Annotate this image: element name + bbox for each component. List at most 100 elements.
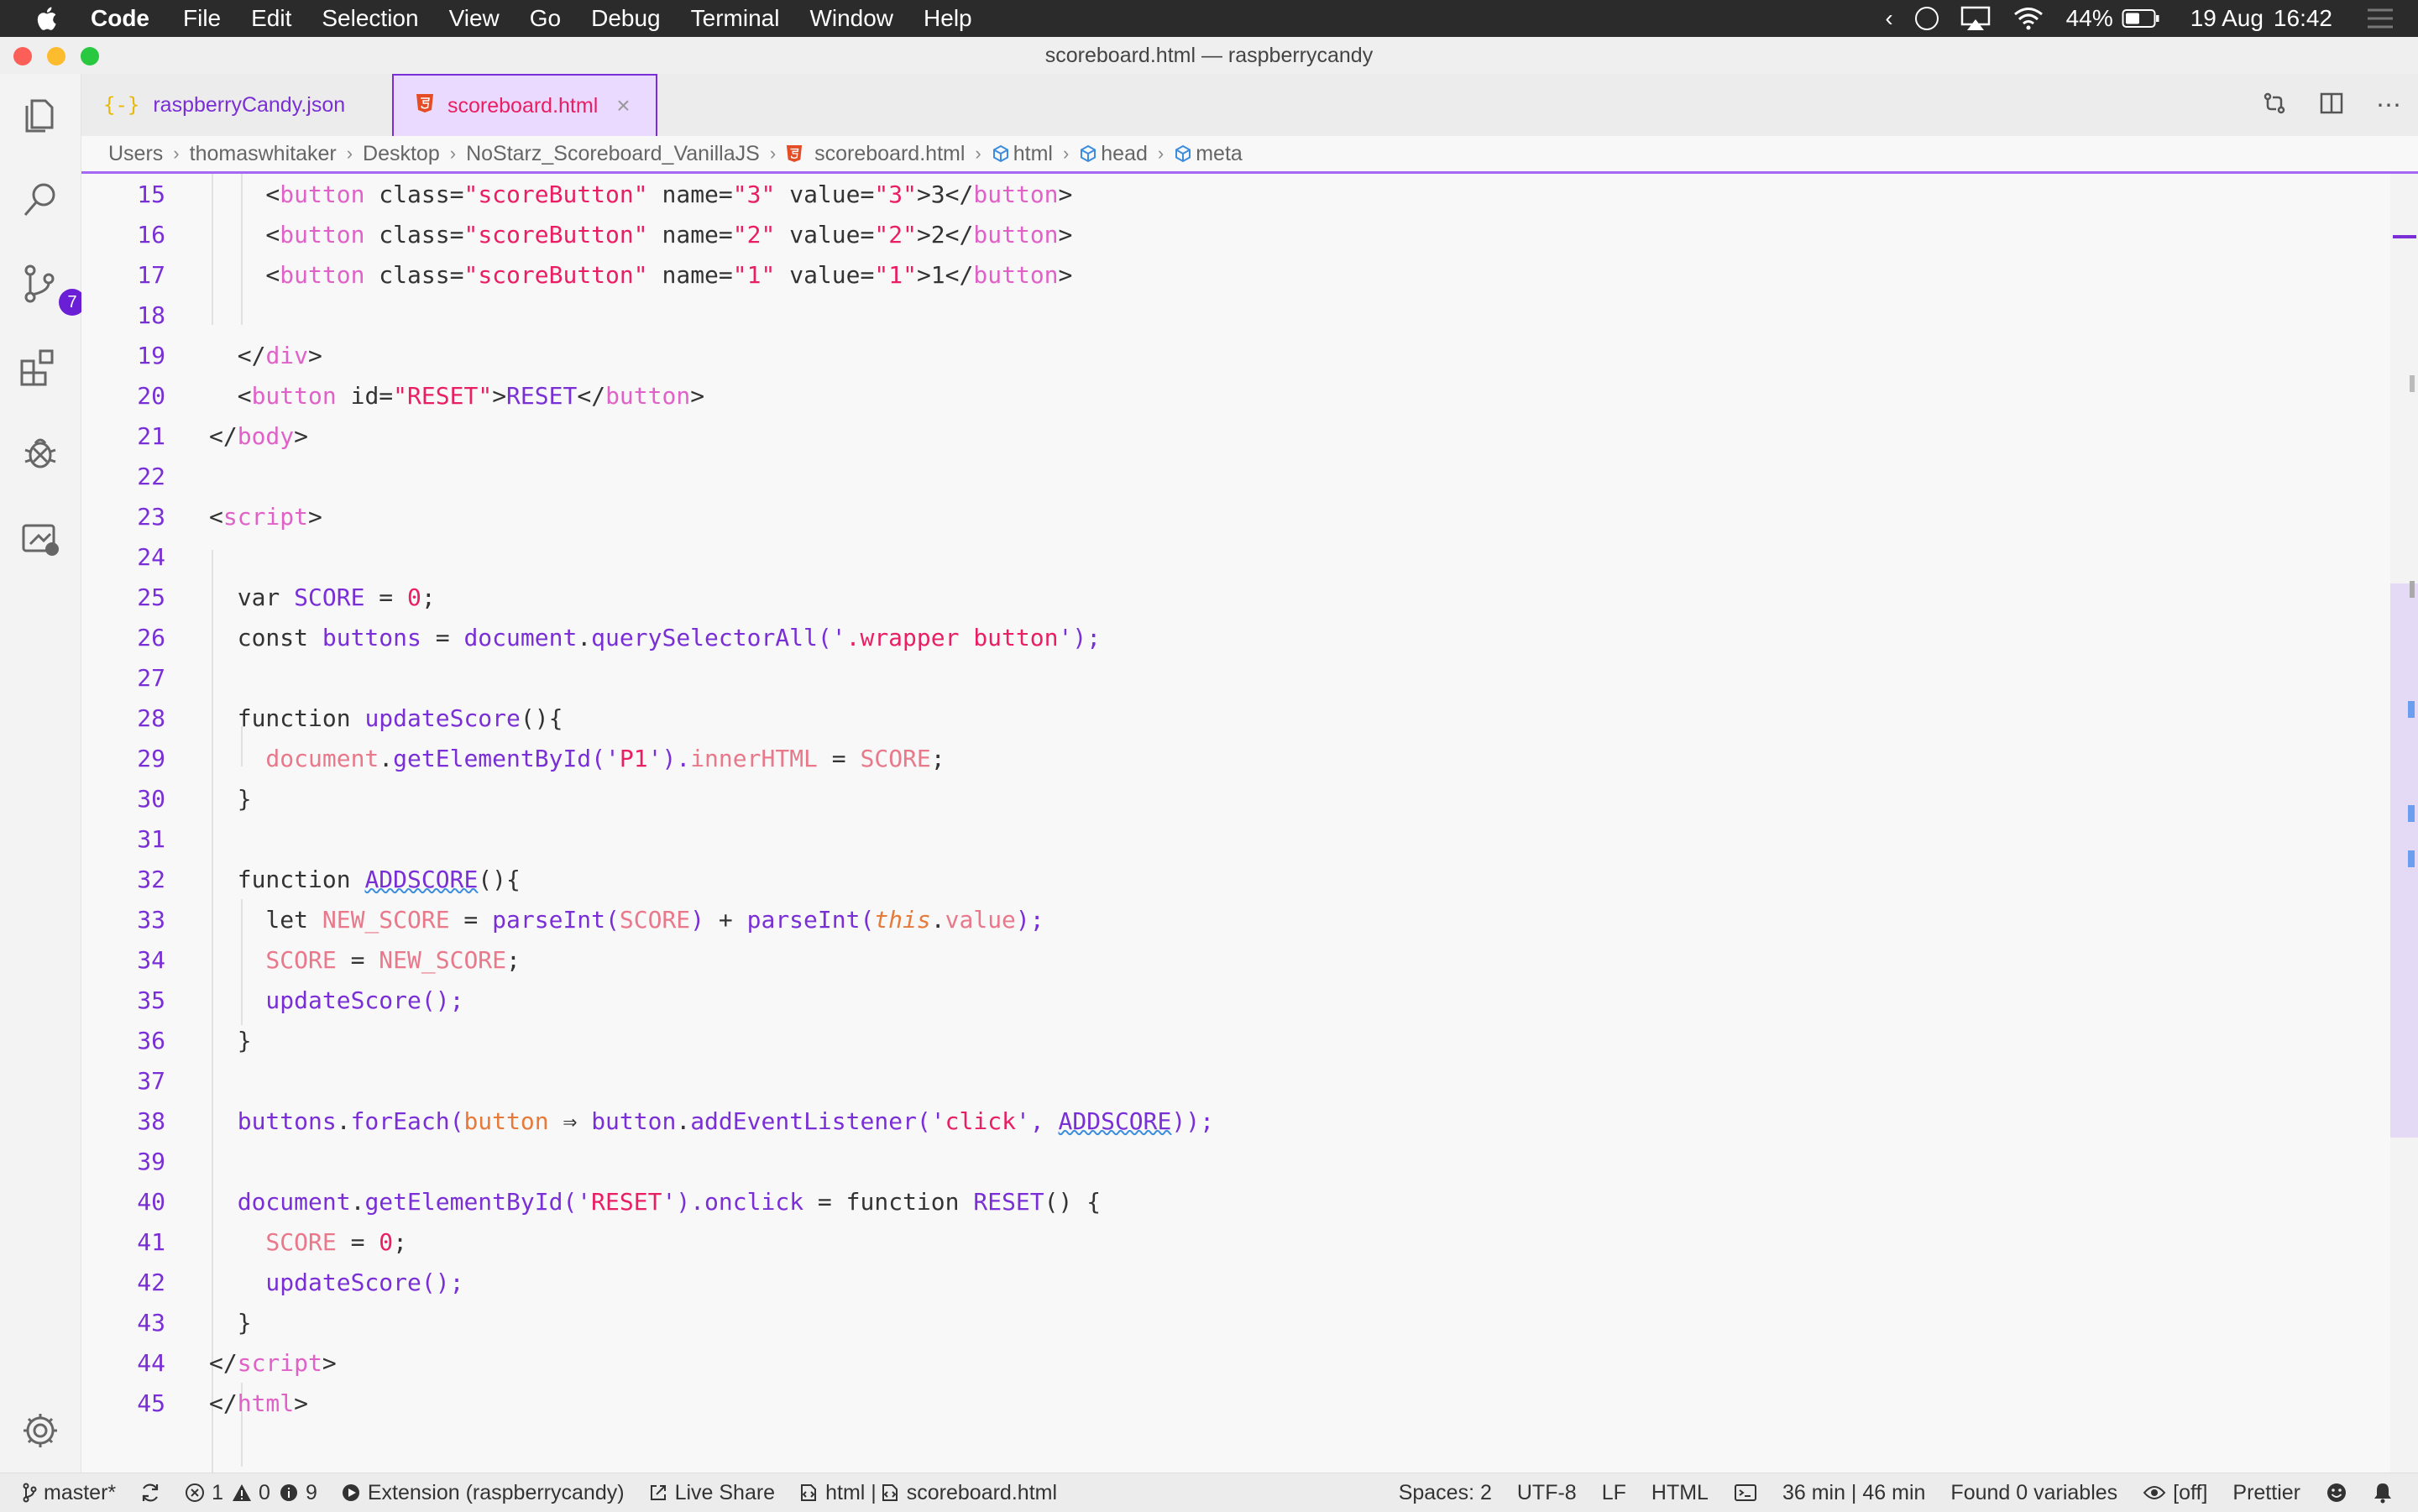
search-icon[interactable]	[18, 178, 62, 222]
code-line[interactable]: 26 const buttons = document.querySelecto…	[81, 617, 2348, 657]
breadcrumb-symbol-head[interactable]: head	[1079, 142, 1148, 166]
remote-explorer-icon[interactable]	[18, 515, 62, 559]
extension-host-status[interactable]: Extension (raspberrycandy)	[341, 1481, 625, 1505]
code-line[interactable]: 15 <button class="scoreButton" name="3" …	[81, 174, 2348, 214]
code-line[interactable]: 32 function ADDSCORE(){	[81, 859, 2348, 899]
debug-icon[interactable]	[18, 430, 62, 473]
menu-terminal[interactable]: Terminal	[691, 5, 780, 32]
menu-selection[interactable]: Selection	[322, 5, 418, 32]
chevron-left-icon[interactable]: ‹	[1885, 5, 1892, 32]
code-line[interactable]: 23 <script>	[81, 496, 2348, 536]
circle-icon[interactable]	[1914, 7, 1939, 30]
code-line[interactable]: 45 </html>	[81, 1383, 2348, 1423]
variables-status[interactable]: Found 0 variables	[1950, 1481, 2117, 1505]
code-line[interactable]: 21 </body>	[81, 416, 2348, 456]
code-line[interactable]: 44 </script>	[81, 1342, 2348, 1383]
breadcrumb-symbol-meta[interactable]: meta	[1174, 142, 1243, 166]
code-line[interactable]: 31	[81, 819, 2348, 859]
problems-indicator[interactable]: 1 0 9	[185, 1481, 317, 1505]
source-control-icon[interactable]: 7	[18, 262, 86, 316]
code-line[interactable]: 18	[81, 295, 2348, 335]
minimize-window-button[interactable]	[47, 47, 65, 65]
code-line[interactable]: 41 SCORE = 0;	[81, 1222, 2348, 1262]
menu-window[interactable]: Window	[809, 5, 893, 32]
code-line[interactable]: 33 let NEW_SCORE = parseInt(SCORE) + par…	[81, 899, 2348, 939]
encoding-setting[interactable]: UTF-8	[1517, 1481, 1577, 1505]
feedback-smiley-icon[interactable]	[2326, 1482, 2347, 1504]
view-mode-toggle[interactable]: [off]	[2143, 1481, 2207, 1505]
code-line[interactable]: 29 document.getElementById('P1').innerHT…	[81, 738, 2348, 778]
extensions-icon[interactable]	[18, 346, 62, 390]
menu-go[interactable]: Go	[530, 5, 561, 32]
indentation-setting[interactable]: Spaces: 2	[1399, 1481, 1492, 1505]
code-editor[interactable]: 15 <button class="scoreButton" name="3" …	[81, 174, 2390, 1473]
terminal-icon[interactable]	[1734, 1483, 1757, 1503]
menu-file[interactable]: File	[183, 5, 221, 32]
menu-view[interactable]: View	[449, 5, 500, 32]
language-mode[interactable]: HTML	[1651, 1481, 1709, 1505]
menu-help[interactable]: Help	[924, 5, 972, 32]
menu-app-name[interactable]: Code	[91, 5, 149, 32]
tab-raspberrycandy-json[interactable]: {-} raspberryCandy.json	[81, 74, 392, 136]
code-line[interactable]: 27	[81, 657, 2348, 698]
breadcrumb-file[interactable]: scoreboard.html	[786, 142, 965, 166]
menu-debug[interactable]: Debug	[591, 5, 661, 32]
breadcrumb-folder[interactable]: NoStarz_Scoreboard_VanillaJS	[466, 142, 760, 166]
apple-logo-icon[interactable]	[34, 4, 62, 33]
split-editor-icon[interactable]	[2319, 91, 2344, 120]
code-token: =	[817, 744, 861, 772]
code-text: function updateScore(){	[209, 704, 563, 732]
wifi-icon[interactable]	[2012, 6, 2044, 31]
live-share-button[interactable]: Live Share	[648, 1481, 775, 1505]
code-line[interactable]: 39	[81, 1141, 2348, 1181]
code-line[interactable]: 28 function updateScore(){	[81, 698, 2348, 738]
code-line[interactable]: 24	[81, 536, 2348, 577]
git-branch[interactable]: master*	[22, 1481, 116, 1505]
code-line[interactable]: 22	[81, 456, 2348, 496]
code-token: (){	[520, 704, 563, 732]
code-token: ').	[662, 1187, 705, 1216]
code-line[interactable]: 17 <button class="scoreButton" name="1" …	[81, 254, 2348, 295]
code-line[interactable]: 35 updateScore();	[81, 980, 2348, 1020]
airplay-icon[interactable]	[1960, 6, 1991, 31]
code-line[interactable]: 36 }	[81, 1020, 2348, 1060]
code-line[interactable]: 37	[81, 1060, 2348, 1101]
explorer-icon[interactable]	[18, 92, 62, 136]
code-line[interactable]: 16 <button class="scoreButton" name="2" …	[81, 214, 2348, 254]
code-line[interactable]: 40 document.getElementById('RESET').oncl…	[81, 1181, 2348, 1222]
more-actions-icon[interactable]: ⋯	[2376, 91, 2401, 120]
code-token: NEW_SCORE	[379, 945, 507, 974]
code-line[interactable]: 43 }	[81, 1302, 2348, 1342]
editor-scrollbar[interactable]	[2390, 174, 2418, 1473]
notifications-bell-icon[interactable]	[2373, 1482, 2393, 1504]
close-icon[interactable]: ×	[616, 92, 630, 119]
code-line[interactable]: 19 </div>	[81, 335, 2348, 375]
code-line[interactable]: 38 buttons.forEach(button ⇒ button.addEv…	[81, 1101, 2348, 1141]
code-line[interactable]: 34 SCORE = NEW_SCORE;	[81, 939, 2348, 980]
breadcrumb-users[interactable]: Users	[108, 142, 163, 166]
language-context[interactable]: html | scoreboard.html	[798, 1481, 1057, 1505]
prettier-status[interactable]: Prettier	[2232, 1481, 2300, 1505]
breadcrumb-desktop[interactable]: Desktop	[363, 142, 440, 166]
eol-setting[interactable]: LF	[1602, 1481, 1626, 1505]
tab-scoreboard-html[interactable]: scoreboard.html ×	[392, 74, 657, 136]
settings-gear-icon[interactable]	[18, 1409, 62, 1452]
code-line[interactable]: 20 <button id="RESET">RESET</button>	[81, 375, 2348, 416]
open-changes-icon[interactable]	[2262, 91, 2287, 120]
code-line[interactable]: 42 updateScore();	[81, 1262, 2348, 1302]
battery-icon[interactable]	[2122, 8, 2160, 29]
code-token: SCORE	[209, 1227, 337, 1256]
code-line[interactable]: 25 var SCORE = 0;	[81, 577, 2348, 617]
notification-center-icon[interactable]	[2366, 7, 2394, 30]
code-text: var SCORE = 0;	[209, 583, 436, 611]
line-number: 37	[137, 1066, 165, 1095]
line-number: 34	[137, 945, 165, 974]
breadcrumb-symbol-html[interactable]: html	[992, 142, 1053, 166]
code-line[interactable]: 30 }	[81, 778, 2348, 819]
time-tracker[interactable]: 36 min | 46 min	[1782, 1481, 1925, 1505]
menu-edit[interactable]: Edit	[251, 5, 291, 32]
zoom-window-button[interactable]	[81, 47, 99, 65]
breadcrumb-user[interactable]: thomaswhitaker	[190, 142, 337, 166]
close-window-button[interactable]	[13, 47, 32, 65]
sync-icon[interactable]	[139, 1482, 161, 1504]
